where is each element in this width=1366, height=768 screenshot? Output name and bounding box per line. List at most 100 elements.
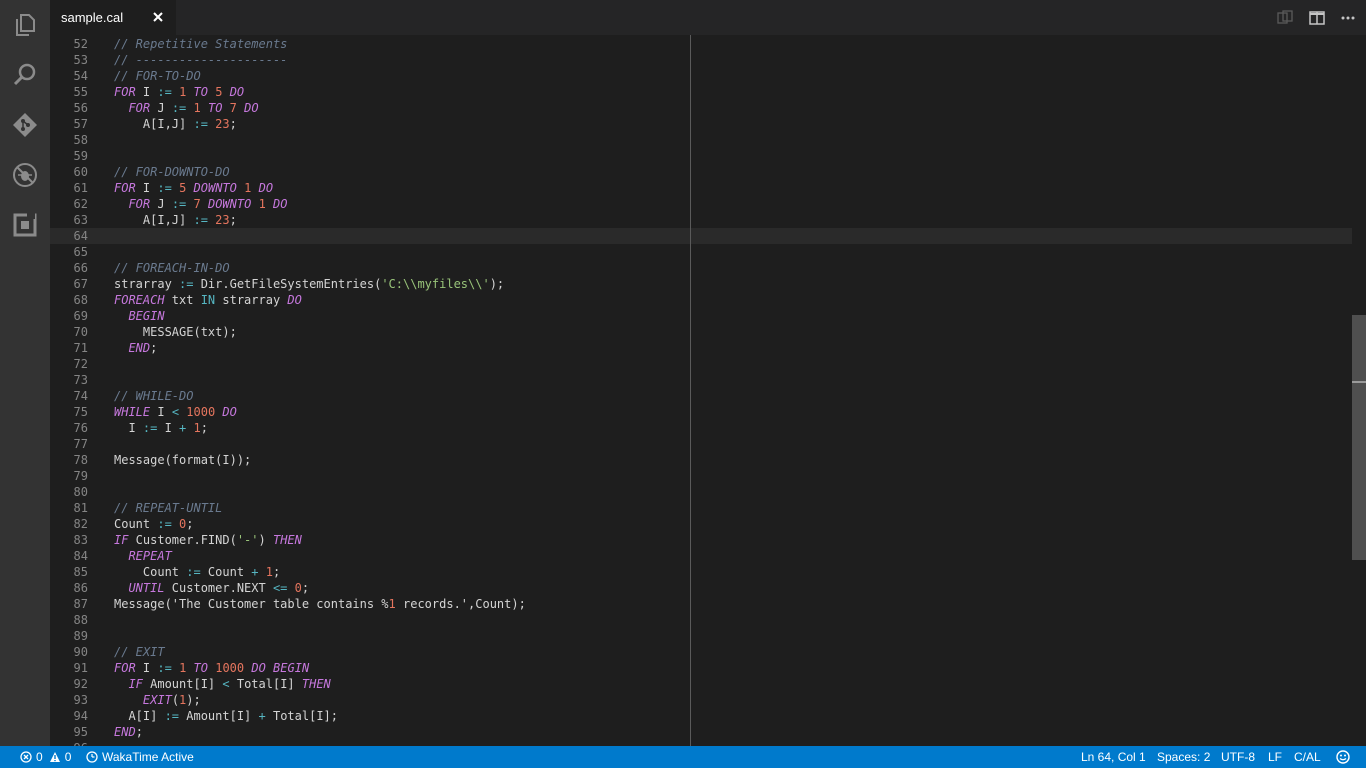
code-token: := [142,421,158,435]
line-number: 71 [73,341,88,355]
code-text: REPEAT [114,548,171,564]
code-line[interactable]: 76 I := I + 1; [50,420,1366,436]
code-text: // REPEAT-UNTIL [114,500,222,516]
code-line[interactable]: 74 // WHILE-DO [50,388,1366,404]
code-line[interactable]: 66 // FOREACH-IN-DO [50,260,1366,276]
language-mode-selector[interactable]: C/AL [1294,746,1321,768]
line-number: 85 [73,565,88,579]
code-line[interactable]: 94 A[I] := Amount[I] + Total[I]; [50,708,1366,724]
code-line[interactable]: 90 // EXIT [50,644,1366,660]
code-line[interactable]: 60 // FOR-DOWNTO-DO [50,164,1366,180]
code-line[interactable]: 64 [50,228,1366,244]
line-number: 63 [73,213,88,227]
code-line[interactable]: 93 EXIT(1); [50,692,1366,708]
code-line[interactable]: 67 strarray := Dir.GetFileSystemEntries('… [50,276,1366,292]
code-token: := [193,117,208,131]
source-control-button[interactable] [0,100,50,150]
code-token: Dir.GetFileSystemEntries( [193,277,382,291]
line-number: 57 [73,117,88,131]
feedback-button[interactable] [1336,746,1350,768]
code-line[interactable]: 87 Message('The Customer table contains %… [50,596,1366,612]
open-changes-button[interactable] [1275,8,1295,28]
code-line[interactable]: 86 UNTIL Customer.NEXT <= 0; [50,580,1366,596]
split-editor-button[interactable] [1307,8,1327,28]
code-line[interactable]: 83 IF Customer.FIND('-') THEN [50,532,1366,548]
code-line[interactable]: 70 MESSAGE(txt); [50,324,1366,340]
code-line[interactable]: 56 FOR J := 1 TO 7 DO [50,100,1366,116]
line-number: 55 [73,85,88,99]
code-line[interactable]: 58 [50,132,1366,148]
code-editor[interactable]: 9695END;94 A[I] := Amount[I] + Total[I];… [50,35,1366,746]
code-line[interactable]: 78 Message(format(I)); [50,452,1366,468]
line-number: 78 [73,453,88,467]
code-line[interactable]: 75 WHILE I < 1000 DO [50,404,1366,420]
problems-indicator[interactable]: 0 0 [20,746,71,768]
eol-selector[interactable]: LF [1268,746,1282,768]
code-line[interactable]: 91 FOR I := 1 TO 1000 DO BEGIN [50,660,1366,676]
code-line[interactable]: 85 Count := Count + 1; [50,564,1366,580]
code-token: BEGIN [128,309,165,323]
code-line[interactable]: 77 [50,436,1366,452]
line-number: 87 [73,597,88,611]
line-number: 74 [73,389,88,403]
code-token: Message('The Customer table contains % [114,597,389,611]
code-line[interactable]: 68 FOREACH txt IN strarray DO [50,292,1366,308]
code-line[interactable]: 71 END; [50,340,1366,356]
code-line[interactable]: 63 A[I,J] := 23; [50,212,1366,228]
encoding-label: UTF-8 [1221,750,1255,764]
code-line[interactable]: 61 FOR I := 5 DOWNTO 1 DO [50,180,1366,196]
more-actions-button[interactable] [1338,8,1358,28]
code-line[interactable]: 53 // --------------------- [50,52,1366,68]
code-token: FOR [114,85,136,99]
code-token: A[I,J] [114,117,194,131]
clock-icon [86,751,98,763]
code-line[interactable]: 79 [50,468,1366,484]
scrollbar-thumb[interactable] [1352,315,1366,560]
close-tab-button[interactable] [150,9,166,25]
code-token: 1 [265,565,273,579]
code-line[interactable]: 69 BEGIN [50,308,1366,324]
explorer-button[interactable] [0,0,50,50]
search-button[interactable] [0,50,50,100]
code-token: FOR [114,661,136,675]
tab-sample-cal[interactable]: sample.cal [50,0,176,35]
cursor-position[interactable]: Ln 64, Col 1 [1081,746,1146,768]
code-text: END; [114,724,143,740]
code-line[interactable]: 82 Count := 0; [50,516,1366,532]
code-line[interactable]: 73 [50,372,1366,388]
code-token: ; [301,581,310,595]
eol-label: LF [1268,750,1283,764]
code-line[interactable]: 54 // FOR-TO-DO [50,68,1366,84]
code-line[interactable]: 55 FOR I := 1 TO 5 DO [50,84,1366,100]
line-number: 62 [73,197,88,211]
code-token: <= [272,581,288,595]
code-line[interactable]: 84 REPEAT [50,548,1366,564]
code-token: 23 [215,213,230,227]
code-token: FOREACH [114,293,165,307]
code-line[interactable]: 72 [50,356,1366,372]
code-token: ); [186,693,201,707]
wakatime-status[interactable]: WakaTime Active [86,746,194,768]
code-line[interactable]: 62 FOR J := 7 DOWNTO 1 DO [50,196,1366,212]
code-line[interactable]: 57 A[I,J] := 23; [50,116,1366,132]
code-text: Message(format(I)); [114,452,251,468]
code-token: EXIT [142,693,172,707]
line-number: 79 [73,469,88,483]
code-line[interactable]: 89 [50,628,1366,644]
line-number: 67 [73,277,88,291]
extensions-button[interactable] [0,200,50,250]
code-line[interactable]: 65 [50,244,1366,260]
line-number: 88 [73,613,88,627]
code-line[interactable]: 88 [50,612,1366,628]
code-line[interactable]: 59 [50,148,1366,164]
code-line[interactable]: 95 END; [50,724,1366,740]
code-line[interactable]: 80 [50,484,1366,500]
encoding-selector[interactable]: UTF-8 [1221,746,1255,768]
indentation-selector[interactable]: Spaces: 2 [1157,746,1210,768]
code-line[interactable]: 52 // Repetitive Statements [50,36,1366,52]
code-line[interactable]: 92 IF Amount[I] < Total[I] THEN [50,676,1366,692]
code-line[interactable]: 81 // REPEAT-UNTIL [50,500,1366,516]
debug-button[interactable] [0,150,50,200]
